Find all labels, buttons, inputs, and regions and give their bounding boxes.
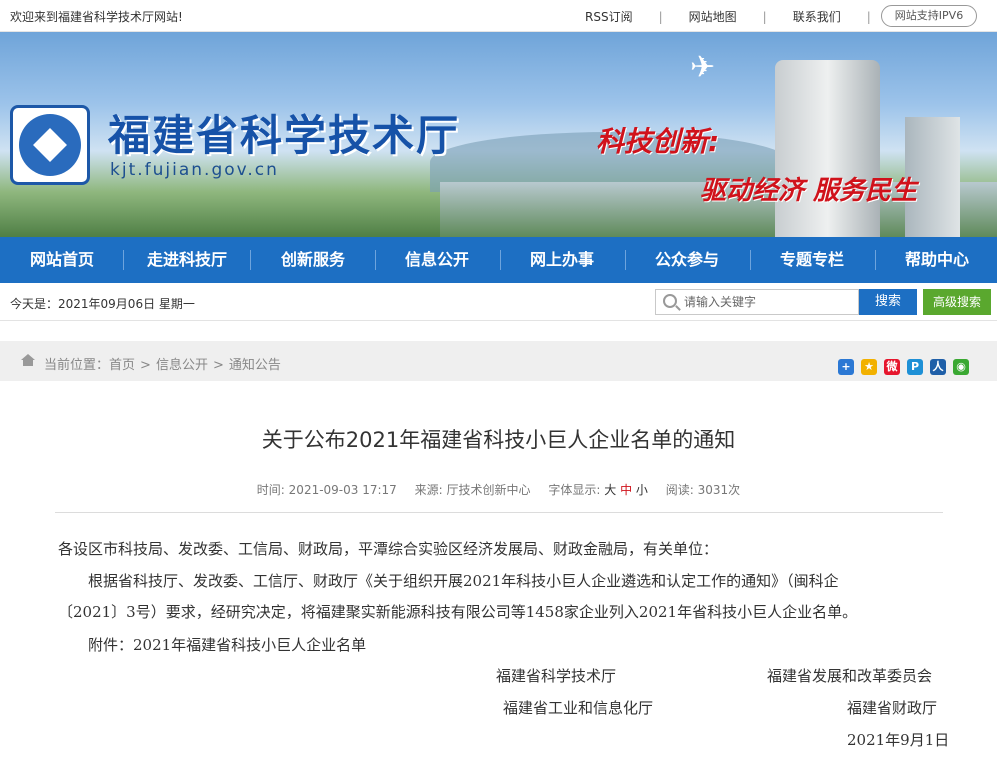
top-links: RSS订阅 | 网站地图 | 联系我们 | — [585, 8, 897, 25]
attachment-link[interactable]: 附件：2021年福建省科技小巨人企业名单 — [88, 634, 366, 655]
nav-divider — [750, 250, 751, 270]
tencent-weibo-icon[interactable]: P — [907, 359, 923, 375]
ipv6-badge[interactable]: 网站支持IPV6 — [881, 5, 977, 27]
font-size-label: 字体显示: — [548, 483, 601, 497]
nav-item-online-services[interactable]: 网上办事 — [530, 237, 594, 283]
site-banner: ✈ 福建省科学技术厅 kjt.fujian.gov.cn 科技创新: 驱动经济 … — [0, 32, 997, 237]
nav-item-disclosure[interactable]: 信息公开 — [405, 237, 469, 283]
nav-divider — [123, 250, 124, 270]
article-meta: 时间: 2021-09-03 17:17 来源: 厅技术创新中心 字体显示: 大… — [0, 481, 997, 498]
top-bar: 欢迎来到福建省科学技术厅网站! RSS订阅 | 网站地图 | 联系我们 | 网站支持IPV… — [0, 0, 997, 32]
divider: | — [658, 10, 663, 24]
home-icon — [21, 354, 35, 366]
emblem-icon — [19, 114, 81, 176]
office-tower-graphic — [775, 60, 880, 237]
source-value: 厅技术创新中心 — [446, 483, 531, 497]
nav-divider — [500, 250, 501, 270]
paragraph-line: 〔2021〕3号）要求，经研究决定，将福建聚实新能源科技有限公司等1458家企业… — [58, 603, 858, 621]
airplane-icon: ✈ — [690, 50, 716, 85]
slogan-line-2: 驱动经济 服务民生 — [700, 176, 918, 206]
source-label: 来源: — [414, 483, 443, 497]
breadcrumb-notices[interactable]: 通知公告 — [229, 358, 281, 373]
welcome-text: 欢迎来到福建省科学技术厅网站! — [10, 10, 183, 24]
nav-item-about[interactable]: 走进科技厅 — [147, 237, 227, 283]
nav-divider — [875, 250, 876, 270]
search-button[interactable]: 搜索 — [859, 289, 917, 315]
nav-item-help[interactable]: 帮助中心 — [905, 237, 969, 283]
sitemap-link[interactable]: 网站地图 — [689, 8, 737, 25]
nav-item-services[interactable]: 创新服务 — [281, 237, 345, 283]
slogan-line-1: 科技创新: — [596, 125, 720, 158]
breadcrumb-separator: > — [140, 358, 151, 373]
renren-icon[interactable]: 人 — [930, 359, 946, 375]
time-label: 时间: — [256, 483, 285, 497]
nav-item-participation[interactable]: 公众参与 — [655, 237, 719, 283]
nav-divider — [250, 250, 251, 270]
plus-icon[interactable]: + — [838, 359, 854, 375]
salutation: 各设区市科技局、发改委、工信局、财政局，平潭综合实验区经济发展局、财政金融局，有… — [58, 540, 719, 558]
divider — [55, 512, 943, 513]
article-title: 关于公布2021年福建省科技小巨人企业名单的通知 — [261, 428, 736, 452]
breadcrumb-prefix: 当前位置： — [44, 358, 110, 373]
contact-link[interactable]: 联系我们 — [793, 8, 841, 25]
breadcrumb-bar: 当前位置：首页 > 信息公开 > 通知公告 + ★ 微 P 人 ◉ — [0, 341, 997, 381]
nav-item-home[interactable]: 网站首页 — [30, 237, 94, 283]
weibo-icon[interactable]: 微 — [884, 359, 900, 375]
paragraph-line: 根据省科技厅、发改委、工信厅、财政厅《关于组织开展2021年科技小巨人企业遴选和… — [88, 572, 839, 590]
signatory: 福建省财政厅 — [847, 699, 938, 717]
qzone-icon[interactable]: ★ — [861, 359, 877, 375]
breadcrumb: 当前位置：首页 > 信息公开 > 通知公告 — [44, 354, 281, 373]
advanced-search-button[interactable]: 高级搜索 — [923, 289, 991, 315]
rss-link[interactable]: RSS订阅 — [585, 8, 633, 25]
current-date: 今天是：2021年09月06日 星期一 — [10, 297, 195, 311]
signatory: 福建省科学技术厅 — [496, 667, 617, 685]
breadcrumb-separator: > — [212, 358, 224, 373]
nav-item-topics[interactable]: 专题专栏 — [780, 237, 844, 283]
divider: | — [866, 10, 871, 24]
search-icon — [663, 294, 677, 308]
views-label: 阅读: — [665, 483, 694, 497]
views-value: 3031次 — [697, 483, 741, 497]
search-input[interactable] — [684, 293, 854, 311]
wechat-icon[interactable]: ◉ — [953, 359, 969, 375]
date-search-bar: 今天是：2021年09月06日 星期一 搜索 高级搜索 — [0, 283, 997, 321]
time-value: 2021-09-03 17:17 — [288, 483, 397, 497]
breadcrumb-disclosure[interactable]: 信息公开 — [156, 358, 208, 373]
breadcrumb-home[interactable]: 首页 — [109, 358, 135, 373]
nav-divider — [625, 250, 626, 270]
font-size-small-button[interactable]: 小 — [636, 483, 648, 497]
search-box — [655, 289, 859, 315]
site-title[interactable]: 福建省科学技术厅 — [108, 102, 460, 163]
department-logo[interactable] — [10, 105, 90, 185]
main-nav: 网站首页 走进科技厅 创新服务 信息公开 网上办事 公众参与 专题专栏 帮助中心 — [0, 237, 997, 283]
nav-divider — [375, 250, 376, 270]
signatory: 福建省工业和信息化厅 — [503, 699, 654, 717]
font-size-large-button[interactable]: 大 — [604, 483, 616, 497]
sign-date: 2021年9月1日 — [847, 731, 950, 749]
font-size-medium-button[interactable]: 中 — [620, 483, 632, 497]
divider: | — [762, 10, 767, 24]
signatory: 福建省发展和改革委员会 — [767, 667, 933, 685]
site-domain: kjt.fujian.gov.cn — [110, 160, 279, 180]
